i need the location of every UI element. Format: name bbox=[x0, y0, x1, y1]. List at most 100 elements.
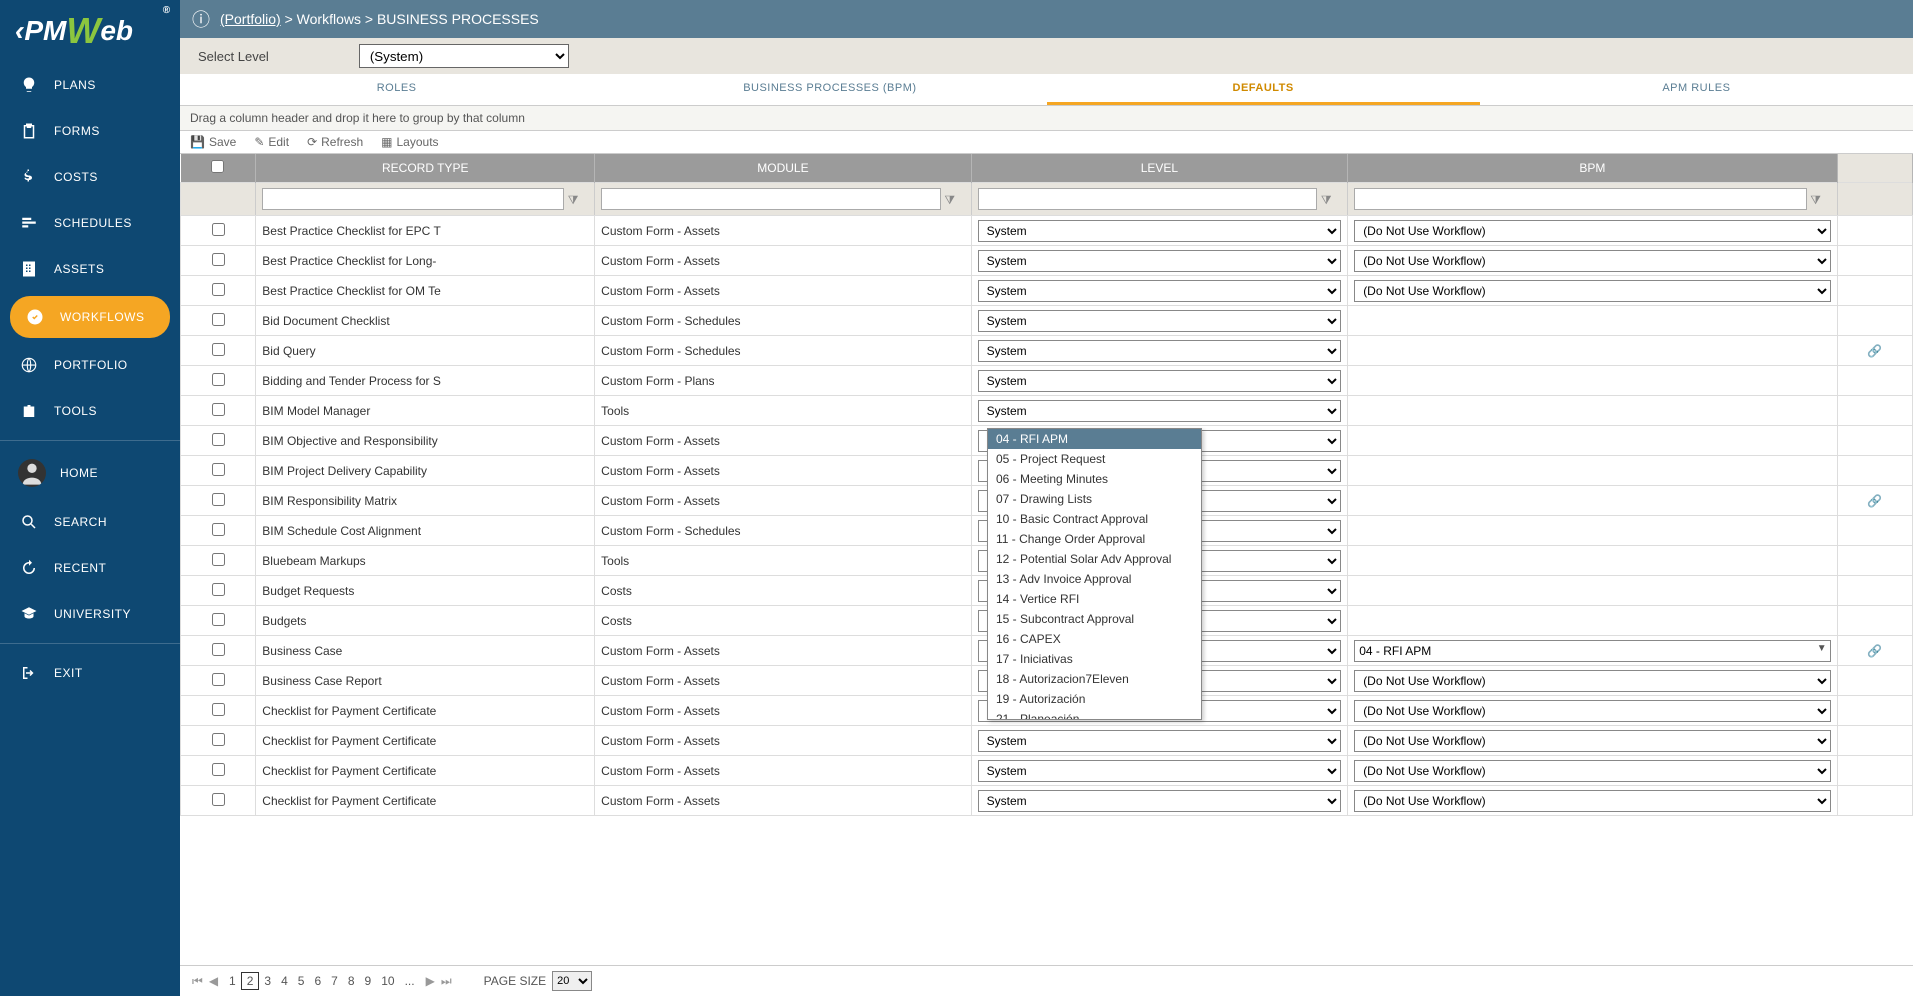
bpm-select[interactable]: (Do Not Use Workflow) bbox=[1354, 280, 1830, 302]
row-checkbox[interactable] bbox=[212, 463, 225, 476]
filter-record[interactable] bbox=[262, 188, 564, 210]
row-checkbox[interactable] bbox=[212, 553, 225, 566]
dropdown-item[interactable]: 17 - Iniciativas bbox=[988, 649, 1201, 669]
row-checkbox[interactable] bbox=[212, 253, 225, 266]
row-checkbox[interactable] bbox=[212, 793, 225, 806]
dropdown-item[interactable]: 14 - Vertice RFI bbox=[988, 589, 1201, 609]
tab-roles[interactable]: ROLES bbox=[180, 74, 613, 105]
pager-prev[interactable]: ◀ bbox=[209, 974, 218, 988]
row-checkbox[interactable] bbox=[212, 343, 225, 356]
sidebar-item-plans[interactable]: PLANS bbox=[0, 62, 180, 108]
bpm-select[interactable]: (Do Not Use Workflow) bbox=[1354, 700, 1830, 722]
group-hint[interactable]: Drag a column header and drop it here to… bbox=[180, 106, 1913, 131]
sidebar-item-home[interactable]: HOME bbox=[0, 447, 180, 499]
row-checkbox[interactable] bbox=[212, 673, 225, 686]
sidebar-item-university[interactable]: UNIVERSITY bbox=[0, 591, 180, 637]
pager-page[interactable]: 8 bbox=[343, 973, 360, 989]
layouts-button[interactable]: ▦Layouts bbox=[381, 135, 438, 149]
sidebar-item-schedules[interactable]: SCHEDULES bbox=[0, 200, 180, 246]
sidebar-item-portfolio[interactable]: PORTFOLIO bbox=[0, 342, 180, 388]
tab-business-processes-bpm-[interactable]: BUSINESS PROCESSES (BPM) bbox=[613, 74, 1046, 105]
link-icon[interactable]: 🔗 bbox=[1867, 644, 1882, 658]
dropdown-item[interactable]: 12 - Potential Solar Adv Approval bbox=[988, 549, 1201, 569]
dropdown-item[interactable]: 15 - Subcontract Approval bbox=[988, 609, 1201, 629]
page-size[interactable]: 20 bbox=[552, 971, 592, 991]
sidebar-item-exit[interactable]: EXIT bbox=[0, 650, 180, 696]
row-checkbox[interactable] bbox=[212, 403, 225, 416]
sidebar-item-assets[interactable]: ASSETS bbox=[0, 246, 180, 292]
header-bpm[interactable]: BPM bbox=[1348, 154, 1837, 183]
pager-last[interactable]: ⏭ bbox=[441, 974, 452, 989]
sidebar-item-costs[interactable]: COSTS bbox=[0, 154, 180, 200]
pager-page[interactable]: 7 bbox=[326, 973, 343, 989]
tab-apm-rules[interactable]: APM RULES bbox=[1480, 74, 1913, 105]
row-checkbox[interactable] bbox=[212, 313, 225, 326]
pager-page[interactable]: 1 bbox=[224, 973, 241, 989]
save-button[interactable]: 💾Save bbox=[190, 135, 236, 149]
bpm-select[interactable]: (Do Not Use Workflow) bbox=[1354, 220, 1830, 242]
pager-next[interactable]: ▶ bbox=[426, 974, 435, 988]
dropdown-item[interactable]: 21 - Planeación bbox=[988, 709, 1201, 719]
filter-module[interactable] bbox=[601, 188, 941, 210]
filter-icon[interactable]: ⧩ bbox=[1317, 193, 1335, 208]
pager-page[interactable]: 4 bbox=[276, 973, 293, 989]
refresh-button[interactable]: ⟳Refresh bbox=[307, 135, 363, 149]
level-select[interactable]: System bbox=[978, 370, 1342, 392]
row-checkbox[interactable] bbox=[212, 283, 225, 296]
link-icon[interactable]: 🔗 bbox=[1867, 494, 1882, 508]
dropdown-item[interactable]: 10 - Basic Contract Approval bbox=[988, 509, 1201, 529]
level-select[interactable]: System bbox=[978, 280, 1342, 302]
dropdown-item[interactable]: 11 - Change Order Approval bbox=[988, 529, 1201, 549]
sidebar-item-forms[interactable]: FORMS bbox=[0, 108, 180, 154]
row-checkbox[interactable] bbox=[212, 523, 225, 536]
row-checkbox[interactable] bbox=[212, 763, 225, 776]
pager-page[interactable]: 2 bbox=[241, 972, 260, 990]
row-checkbox[interactable] bbox=[212, 643, 225, 656]
header-module[interactable]: MODULE bbox=[595, 154, 972, 183]
row-checkbox[interactable] bbox=[212, 583, 225, 596]
link-icon[interactable]: 🔗 bbox=[1867, 344, 1882, 358]
filter-icon[interactable]: ⧩ bbox=[564, 193, 582, 208]
pager-page[interactable]: 5 bbox=[293, 973, 310, 989]
dropdown-item[interactable]: 18 - Autorizacion7Eleven bbox=[988, 669, 1201, 689]
dropdown-item[interactable]: 16 - CAPEX bbox=[988, 629, 1201, 649]
dropdown-item[interactable]: 06 - Meeting Minutes bbox=[988, 469, 1201, 489]
row-checkbox[interactable] bbox=[212, 373, 225, 386]
info-icon[interactable]: ⓘ bbox=[192, 6, 210, 32]
header-level[interactable]: LEVEL bbox=[971, 154, 1348, 183]
tab-defaults[interactable]: DEFAULTS bbox=[1047, 74, 1480, 105]
dropdown-item[interactable]: 07 - Drawing Lists bbox=[988, 489, 1201, 509]
edit-button[interactable]: ✎Edit bbox=[254, 135, 289, 149]
level-select[interactable]: System bbox=[978, 400, 1342, 422]
bpm-input[interactable] bbox=[1354, 640, 1830, 662]
pager-first[interactable]: ⏮ bbox=[192, 974, 203, 989]
filter-level[interactable] bbox=[978, 188, 1318, 210]
pager-page[interactable]: 9 bbox=[360, 973, 377, 989]
level-select[interactable]: System bbox=[978, 220, 1342, 242]
level-select[interactable]: System bbox=[978, 340, 1342, 362]
bpm-select[interactable]: (Do Not Use Workflow) bbox=[1354, 730, 1830, 752]
pager-page[interactable]: 6 bbox=[309, 973, 326, 989]
dropdown-item[interactable]: 13 - Adv Invoice Approval bbox=[988, 569, 1201, 589]
level-select[interactable]: System bbox=[978, 250, 1342, 272]
row-checkbox[interactable] bbox=[212, 613, 225, 626]
bpm-select[interactable]: (Do Not Use Workflow) bbox=[1354, 790, 1830, 812]
sidebar-item-tools[interactable]: TOOLS bbox=[0, 388, 180, 434]
row-checkbox[interactable] bbox=[212, 433, 225, 446]
filter-icon[interactable]: ⧩ bbox=[941, 193, 959, 208]
row-checkbox[interactable] bbox=[212, 703, 225, 716]
sidebar-item-workflows[interactable]: WORKFLOWS bbox=[10, 296, 170, 338]
bpm-dropdown[interactable]: 04 - RFI APM05 - Project Request06 - Mee… bbox=[987, 428, 1202, 720]
level-select[interactable]: (System) bbox=[359, 44, 569, 68]
filter-bpm[interactable] bbox=[1354, 188, 1806, 210]
pager-page[interactable]: 3 bbox=[259, 973, 276, 989]
row-checkbox[interactable] bbox=[212, 493, 225, 506]
bpm-select[interactable]: (Do Not Use Workflow) bbox=[1354, 760, 1830, 782]
level-select[interactable]: System bbox=[978, 760, 1342, 782]
dropdown-item[interactable]: 19 - Autorización bbox=[988, 689, 1201, 709]
filter-icon[interactable]: ⧩ bbox=[1807, 193, 1825, 208]
sidebar-item-recent[interactable]: RECENT bbox=[0, 545, 180, 591]
dropdown-item[interactable]: 05 - Project Request bbox=[988, 449, 1201, 469]
row-checkbox[interactable] bbox=[212, 733, 225, 746]
pager-page[interactable]: 10 bbox=[376, 973, 399, 989]
